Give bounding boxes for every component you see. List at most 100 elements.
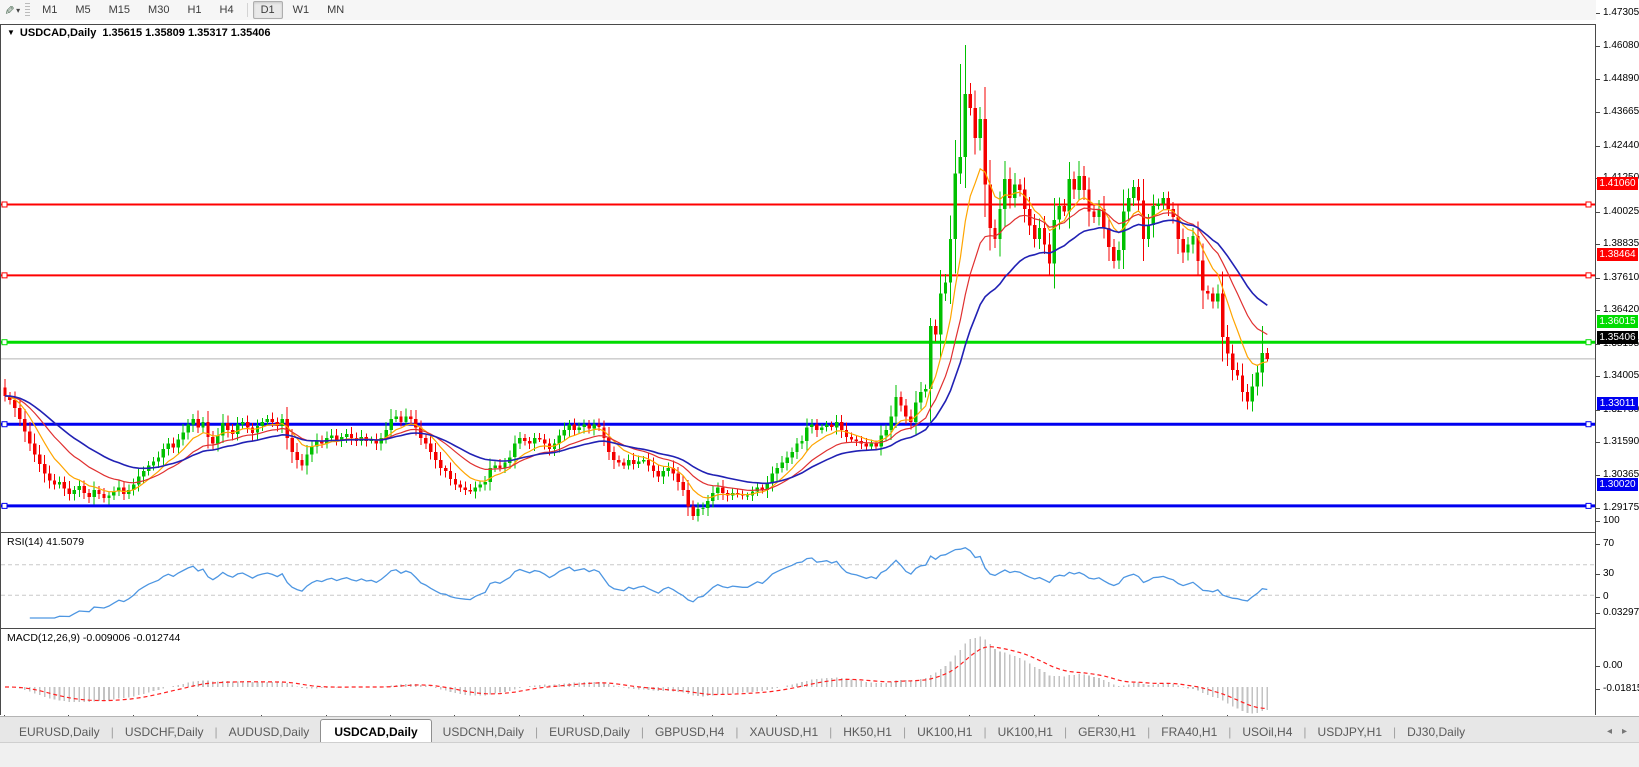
price-tick-label: 1.37610 [1603,272,1639,283]
scale-tick [1596,13,1600,14]
scale-tick [1596,666,1600,667]
macd-scale-max: 0.032972 [1603,607,1639,618]
chevron-down-icon[interactable]: ▾ [16,6,20,15]
price-tick-label: 1.36420 [1603,304,1639,315]
timeframe-button-h1[interactable]: H1 [179,1,209,19]
ohlc-values: 1.35615 1.35809 1.35317 1.35406 [102,27,270,39]
horizontal-line-1.36015[interactable] [1,340,1595,345]
symbol-tab-usdcnh-daily[interactable]: USDCNH,Daily [432,720,535,743]
price-tick-label: 1.43665 [1603,106,1639,117]
timeframe-button-h4[interactable]: H4 [212,1,242,19]
symbol-tabs: EURUSD,Daily|USDCHF,Daily|AUDUSD,DailyUS… [8,718,1476,743]
macd-label: MACD(12,26,9) -0.009006 -0.012744 [7,632,180,644]
symbol-tab-dj30-daily[interactable]: DJ30,Daily [1396,720,1476,743]
drawing-tool-button[interactable]: ✎ ▾ [0,2,24,18]
scale-tick [1596,597,1600,598]
scale-tick [1596,146,1600,147]
scale-tick [1596,544,1600,545]
status-bar [0,742,1639,767]
timeframe-toolbar: ✎ ▾ M1M5M15M30H1H4 D1W1MN [0,0,1639,21]
trading-platform-window: ✎ ▾ M1M5M15M30H1H4 D1W1MN ▼ USDCAD,Daily 1.… [0,0,1639,767]
price-tick-label: 1.29175 [1603,502,1639,513]
symbol-tab-ger30-h1[interactable]: GER30,H1 [1067,720,1147,743]
tab-scroll-arrows: ◂ ▸ [1607,726,1639,743]
candlestick-chart[interactable] [1,25,1595,532]
rsi-line [30,548,1268,618]
rsi-scale-label: 100 [1603,515,1620,526]
scale-tick [1596,278,1600,279]
chart-region: ▼ USDCAD,Daily 1.35615 1.35809 1.35317 1.3… [0,20,1639,762]
symbol-tab-uk100-h1[interactable]: UK100,H1 [906,720,983,743]
symbol-tab-xauusd-h1[interactable]: XAUUSD,H1 [738,720,829,743]
symbol-tab-hk50-h1[interactable]: HK50,H1 [832,720,903,743]
hline-price-label-1.30020: 1.30020 [1597,478,1638,491]
bid-price-label: 1.35406 [1597,331,1638,344]
macd-indicator-pane[interactable] [0,628,1596,716]
symbol-tab-gbpusd-h4[interactable]: GBPUSD,H4 [644,720,735,743]
horizontal-line-1.41060[interactable] [1,202,1595,207]
rsi-chart[interactable] [1,533,1595,628]
horizontal-line-1.33011[interactable] [1,422,1595,427]
scale-tick [1596,689,1600,690]
rsi-label: RSI(14) 41.5079 [7,536,84,548]
rsi-scale-label: 0 [1603,591,1609,602]
scale-tick [1596,46,1600,47]
symbol-tab-eurusd-daily[interactable]: EURUSD,Daily [8,720,111,743]
timeframe-button-d1[interactable]: D1 [253,1,283,19]
symbol-tab-usdchf-daily[interactable]: USDCHF,Daily [114,720,215,743]
scale-tick [1596,112,1600,113]
macd-scale-min: -0.018154 [1603,683,1639,694]
rsi-scale-label: 30 [1603,568,1614,579]
timeframe-button-mn[interactable]: MN [319,1,352,19]
hline-price-label-1.38464: 1.38464 [1597,248,1638,261]
timeframe-button-w1[interactable]: W1 [285,1,318,19]
scale-tick [1596,574,1600,575]
scale-tick [1596,310,1600,311]
scroll-left-icon[interactable]: ◂ [1607,726,1612,737]
horizontal-line-1.38464[interactable] [1,273,1595,278]
pencil-icon: ✎ [2,5,16,15]
price-tick-label: 1.31590 [1603,436,1639,447]
rsi-scale-label: 70 [1603,538,1614,549]
symbol-tab-bar: EURUSD,Daily|USDCHF,Daily|AUDUSD,DailyUS… [0,716,1639,743]
scale-tick [1596,613,1600,614]
scale-tick [1596,79,1600,80]
price-scale[interactable]: 1.473051.460801.448901.436651.424401.412… [1596,0,1639,742]
symbol-tab-audusd-daily[interactable]: AUDUSD,Daily [218,720,321,743]
timeframe-button-m5[interactable]: M5 [67,1,98,19]
timeframe-button-m30[interactable]: M30 [140,1,177,19]
symbol-tab-usdjpy-h1[interactable]: USDJPY,H1 [1307,720,1393,743]
price-tick-label: 1.40025 [1603,206,1639,217]
timeframe-button-m15[interactable]: M15 [101,1,138,19]
symbol-tab-eurusd-daily[interactable]: EURUSD,Daily [538,720,641,743]
ma-slow-line [5,220,1267,483]
symbol-tab-uk100-h1[interactable]: UK100,H1 [987,720,1064,743]
price-tick-label: 1.47305 [1603,7,1639,18]
toolbar-grip-handle[interactable] [25,3,30,17]
toolbar-separator [247,3,248,17]
symbol-tab-usoil-h4[interactable]: USOil,H4 [1231,720,1303,743]
macd-histogram [5,637,1267,714]
hline-price-label-1.36015: 1.36015 [1597,315,1638,328]
scroll-right-icon[interactable]: ▸ [1622,726,1627,737]
scale-tick [1596,521,1600,522]
price-tick-label: 1.42440 [1603,140,1639,151]
macd-scale-zero: 0.00 [1603,660,1622,671]
collapse-triangle-icon[interactable]: ▼ [7,28,15,37]
timeframe-button-m1[interactable]: M1 [34,1,65,19]
price-tick-label: 1.44890 [1603,73,1639,84]
rsi-indicator-pane[interactable] [0,532,1596,629]
scale-tick [1596,212,1600,213]
hline-price-label-1.33011: 1.33011 [1597,397,1638,410]
scale-tick [1596,244,1600,245]
scale-tick [1596,475,1600,476]
symbol-tab-fra40-h1[interactable]: FRA40,H1 [1150,720,1228,743]
macd-chart[interactable] [1,629,1595,715]
scale-tick [1596,376,1600,377]
symbol-tab-usdcad-daily[interactable]: USDCAD,Daily [320,719,431,744]
main-chart-pane[interactable] [0,24,1596,533]
horizontal-line-1.30020[interactable] [1,503,1595,508]
price-tick-label: 1.46080 [1603,40,1639,51]
chart-title: ▼USDCAD,Daily1.35615 1.35809 1.35317 1.3… [7,27,271,39]
hline-price-label-1.41060: 1.41060 [1597,177,1638,190]
